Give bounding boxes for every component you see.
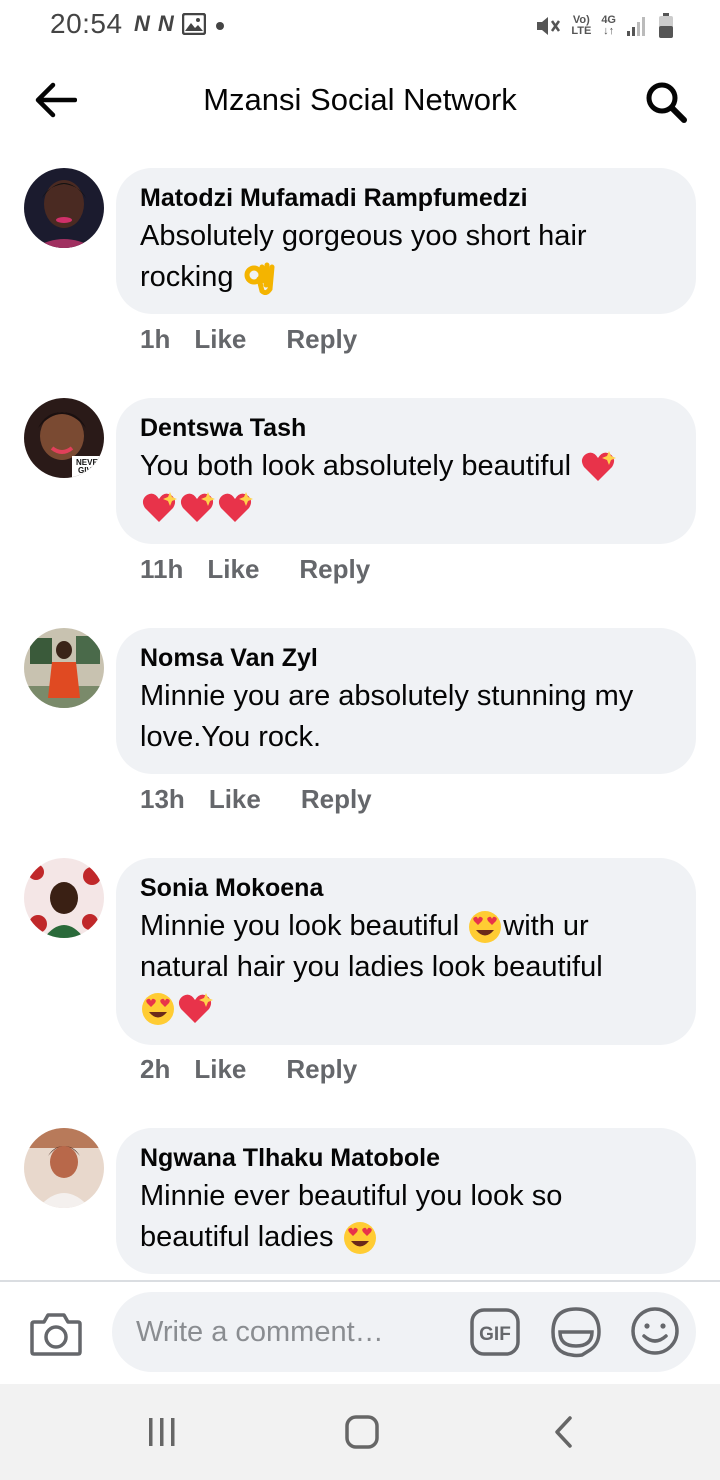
comment-bubble[interactable]: Dentswa Tash You both look absolutely be…	[116, 398, 696, 544]
comment-actions: 11h Like Reply	[140, 554, 370, 585]
comment-text: Minnie you look beautiful	[140, 910, 460, 942]
gif-icon: GIF	[470, 1308, 520, 1356]
comment-composer: GIF	[0, 1282, 720, 1384]
search-button[interactable]	[642, 78, 690, 126]
battery-icon	[659, 13, 673, 38]
status-right-icons: Vo) LTE 4G ↓↑	[535, 10, 674, 42]
comment-author[interactable]: Matodzi Mufamadi Rampfumedzi	[140, 182, 672, 214]
status-time: 20:54	[50, 8, 123, 39]
heart-eyes-icon	[142, 993, 174, 1026]
reply-button[interactable]: Reply	[299, 554, 370, 585]
comment-box: GIF	[112, 1292, 696, 1372]
sparkling-heart-icon	[180, 492, 215, 523]
smiley-icon	[631, 1307, 679, 1355]
comment-actions: 13h Like Reply	[140, 784, 372, 815]
app-bar: Mzansi Social Network	[0, 52, 720, 148]
comment-author[interactable]: Nomsa Van Zyl	[140, 642, 672, 674]
svg-text:GIVE: GIVE	[78, 466, 98, 475]
sticker-icon	[551, 1307, 601, 1358]
comment-list[interactable]: Matodzi Mufamadi Rampfumedzi Absolutely …	[0, 148, 720, 1280]
comment-time[interactable]: 1h	[140, 324, 170, 355]
avatar[interactable]	[24, 628, 104, 708]
heart-eyes-icon	[469, 911, 502, 944]
avatar[interactable]	[24, 858, 104, 938]
comment-bubble[interactable]: Ngwana Tlhaku Matobole Minnie ever beaut…	[116, 1128, 696, 1274]
comment-time[interactable]: 2h	[140, 1054, 170, 1085]
notification-n-icon: N	[134, 11, 150, 36]
mute-icon	[537, 17, 561, 35]
reply-button[interactable]: Reply	[286, 1054, 357, 1085]
home-button[interactable]	[338, 1412, 386, 1452]
home-icon	[345, 1415, 379, 1449]
reply-button[interactable]: Reply	[301, 784, 372, 815]
comment-author[interactable]: Sonia Mokoena	[140, 872, 672, 904]
gif-button[interactable]: GIF	[470, 1308, 520, 1356]
like-button[interactable]: Like	[207, 554, 259, 585]
status-notification-icons: N N	[134, 10, 226, 38]
sparkling-heart-icon	[142, 492, 177, 523]
like-button[interactable]: Like	[194, 1054, 246, 1085]
comment-text: Absolutely gorgeous yoo short hair rocki…	[140, 220, 587, 293]
data-indicator: 4G ↓↑	[601, 14, 616, 37]
comment-bubble[interactable]: Sonia Mokoena Minnie you look beautiful …	[116, 858, 696, 1045]
status-bar: 20:54 N N Vo) LTE 4G ↓↑	[0, 0, 720, 52]
gif-label: GIF	[479, 1324, 511, 1345]
ok-hand-icon	[244, 262, 275, 296]
search-icon	[646, 82, 687, 123]
like-button[interactable]: Like	[209, 784, 261, 815]
comment-time[interactable]: 13h	[140, 784, 185, 815]
comment-actions: 1h Like Reply	[140, 324, 357, 355]
volte-indicator: Vo) LTE	[571, 14, 592, 37]
system-nav-bar	[0, 1384, 720, 1480]
sparkling-heart-icon	[582, 451, 617, 482]
reply-button[interactable]: Reply	[286, 324, 357, 355]
comment-author[interactable]: Dentswa Tash	[140, 412, 672, 444]
chevron-left-icon	[555, 1416, 572, 1448]
recent-apps-button[interactable]	[138, 1412, 186, 1452]
sparkling-heart-icon	[218, 492, 253, 523]
system-back-button[interactable]	[540, 1412, 588, 1452]
recent-apps-icon	[149, 1418, 175, 1446]
comment-text: You both look absolutely beautiful	[140, 450, 572, 482]
sparkling-heart-icon	[178, 993, 213, 1024]
comment-actions: 2h Like Reply	[140, 1054, 357, 1085]
comment-text: Minnie you are absolutely stunning my lo…	[140, 680, 634, 753]
comment-time[interactable]: 11h	[140, 554, 183, 585]
camera-button[interactable]	[30, 1310, 82, 1356]
avatar[interactable]: NEVER GIVE	[24, 398, 104, 478]
comment-bubble[interactable]: Nomsa Van Zyl Minnie you are absolutely …	[116, 628, 696, 774]
signal-icon	[627, 17, 645, 36]
comment-input[interactable]	[136, 1292, 456, 1372]
gallery-icon	[181, 13, 206, 35]
page-title: Mzansi Social Network	[203, 82, 517, 117]
heart-eyes-icon	[343, 1222, 376, 1255]
like-button[interactable]: Like	[194, 324, 246, 355]
dot-icon	[215, 22, 224, 30]
notification-n-icon: N	[157, 11, 174, 36]
avatar[interactable]	[24, 1128, 104, 1208]
sticker-button[interactable]	[550, 1306, 602, 1358]
avatar[interactable]	[24, 168, 104, 248]
comment-bubble[interactable]: Matodzi Mufamadi Rampfumedzi Absolutely …	[116, 168, 696, 314]
emoji-button[interactable]	[630, 1306, 680, 1356]
camera-icon	[30, 1313, 82, 1356]
comment-author[interactable]: Ngwana Tlhaku Matobole	[140, 1142, 672, 1174]
